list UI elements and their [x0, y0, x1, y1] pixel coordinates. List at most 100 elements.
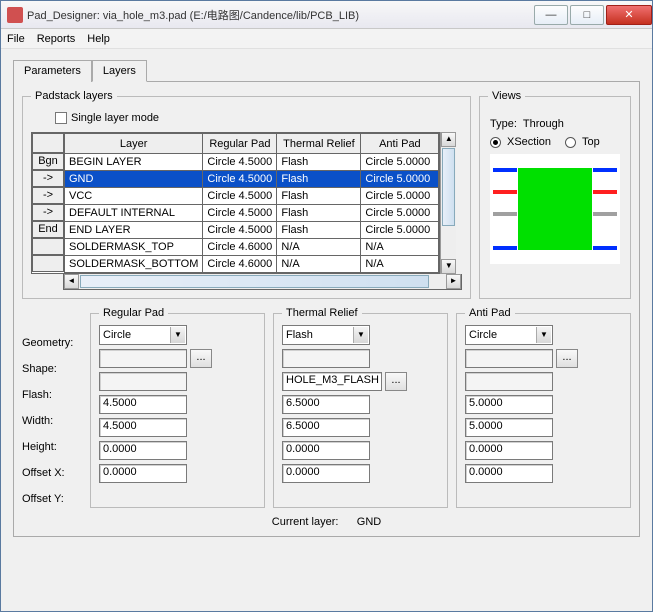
regular-shape-browse-button[interactable]: ...	[190, 349, 212, 368]
checkbox-icon	[55, 112, 67, 124]
regular-flash-input[interactable]	[99, 372, 187, 391]
single-layer-checkbox[interactable]: Single layer mode	[55, 112, 462, 124]
col-regular[interactable]: Regular Pad	[203, 134, 277, 154]
padstack-layers-group: Padstack layers Single layer mode Bgn ->…	[22, 90, 471, 299]
label-geometry: Geometry:	[22, 333, 82, 352]
scroll-thumb[interactable]	[80, 275, 429, 288]
maximize-button[interactable]: □	[570, 5, 604, 25]
horizontal-scrollbar[interactable]: ◄ ►	[63, 274, 462, 290]
menu-help[interactable]: Help	[87, 33, 110, 45]
table-row[interactable]: SOLDERMASK_TOPCircle 4.6000N/AN/A	[65, 239, 439, 256]
scroll-right-icon[interactable]: ►	[446, 274, 461, 289]
label-offset-x: Offset X:	[22, 463, 82, 482]
type-label: Type:	[490, 118, 517, 130]
window-title: Pad_Designer: via_hole_m3.pad (E:/电路图/Ca…	[27, 7, 359, 23]
label-shape: Shape:	[22, 359, 82, 378]
row-header[interactable]: End	[32, 221, 64, 238]
chevron-down-icon: ▼	[170, 327, 185, 343]
thermal-flash-browse-button[interactable]: ...	[385, 372, 407, 391]
regular-width-input[interactable]: 4.5000	[99, 395, 187, 414]
regular-offset-x-input[interactable]: 0.0000	[99, 441, 187, 460]
close-button[interactable]: ✕	[606, 5, 652, 25]
thermal-height-input[interactable]: 6.5000	[282, 418, 370, 437]
label-height: Height:	[22, 437, 82, 456]
row-header[interactable]: ->	[32, 187, 64, 204]
scroll-up-icon[interactable]: ▲	[441, 132, 456, 147]
regular-pad-group: Regular Pad Circle▼ ... 4.5000 4.5000 0.…	[90, 307, 265, 508]
table-row[interactable]: END LAYERCircle 4.5000FlashCircle 5.0000	[65, 222, 439, 239]
current-layer-value: GND	[357, 516, 381, 528]
type-value: Through	[523, 118, 564, 130]
row-header[interactable]: ->	[32, 204, 64, 221]
row-header[interactable]: ->	[32, 170, 64, 187]
anti-pad-group: Anti Pad Circle▼ ... 5.0000 5.0000 0.000…	[456, 307, 631, 508]
anti-offset-y-input[interactable]: 0.0000	[465, 464, 553, 483]
regular-geometry-select[interactable]: Circle▼	[99, 325, 187, 345]
vertical-scrollbar[interactable]: ▲ ▼	[440, 132, 456, 274]
cross-section-view	[490, 154, 620, 264]
scroll-thumb[interactable]	[442, 148, 455, 226]
current-layer-label: Current layer:	[272, 516, 339, 528]
thermal-offset-x-input[interactable]: 0.0000	[282, 441, 370, 460]
tab-panel: Padstack layers Single layer mode Bgn ->…	[13, 81, 640, 537]
anti-geometry-select[interactable]: Circle▼	[465, 325, 553, 345]
views-group: Views Type: Through XSection Top	[479, 90, 631, 299]
radio-top[interactable]	[565, 137, 576, 148]
table-row[interactable]: VCCCircle 4.5000FlashCircle 5.0000	[65, 188, 439, 205]
regular-offset-y-input[interactable]: 0.0000	[99, 464, 187, 483]
thermal-shape-input[interactable]	[282, 349, 370, 368]
padstack-legend: Padstack layers	[31, 90, 117, 102]
thermal-offset-y-input[interactable]: 0.0000	[282, 464, 370, 483]
table-header-row: Layer Regular Pad Thermal Relief Anti Pa…	[65, 134, 439, 154]
anti-offset-x-input[interactable]: 0.0000	[465, 441, 553, 460]
views-legend: Views	[488, 90, 525, 102]
col-anti[interactable]: Anti Pad	[361, 134, 439, 154]
tab-layers[interactable]: Layers	[92, 60, 147, 82]
layers-table: Bgn -> -> -> End	[31, 132, 440, 274]
thermal-width-input[interactable]: 6.5000	[282, 395, 370, 414]
thermal-relief-group: Thermal Relief Flash▼ HOLE_M3_FLASH... 6…	[273, 307, 448, 508]
anti-shape-browse-button[interactable]: ...	[556, 349, 578, 368]
table-row[interactable]: BEGIN LAYERCircle 4.5000FlashCircle 5.00…	[65, 154, 439, 171]
row-header[interactable]: Bgn	[32, 153, 64, 170]
chevron-down-icon: ▼	[536, 327, 551, 343]
scroll-left-icon[interactable]: ◄	[64, 274, 79, 289]
tab-strip: Parameters Layers	[13, 59, 640, 81]
tab-parameters[interactable]: Parameters	[13, 60, 92, 82]
thermal-flash-input[interactable]: HOLE_M3_FLASH	[282, 372, 382, 391]
radio-xsection[interactable]	[490, 137, 501, 148]
menu-file[interactable]: File	[7, 33, 25, 45]
title-bar[interactable]: Pad_Designer: via_hole_m3.pad (E:/电路图/Ca…	[1, 1, 652, 29]
field-labels: Geometry: Shape: Flash: Width: Height: O…	[22, 307, 82, 508]
row-header[interactable]	[32, 255, 64, 272]
minimize-button[interactable]: —	[534, 5, 568, 25]
regular-height-input[interactable]: 4.5000	[99, 418, 187, 437]
table-row[interactable]: SOLDERMASK_BOTTOMCircle 4.6000N/AN/A	[65, 256, 439, 273]
top-label: Top	[582, 136, 600, 148]
col-layer[interactable]: Layer	[65, 134, 203, 154]
scroll-down-icon[interactable]: ▼	[441, 259, 456, 274]
anti-legend: Anti Pad	[465, 307, 515, 319]
label-flash: Flash:	[22, 385, 82, 404]
app-window: Pad_Designer: via_hole_m3.pad (E:/电路图/Ca…	[0, 0, 653, 612]
thermal-legend: Thermal Relief	[282, 307, 362, 319]
single-layer-label: Single layer mode	[71, 112, 159, 124]
xsection-label: XSection	[507, 136, 551, 148]
regular-shape-input[interactable]	[99, 349, 187, 368]
label-offset-y: Offset Y:	[22, 489, 82, 508]
anti-height-input[interactable]: 5.0000	[465, 418, 553, 437]
anti-flash-input[interactable]	[465, 372, 553, 391]
thermal-geometry-select[interactable]: Flash▼	[282, 325, 370, 345]
table-row-selected[interactable]: GNDCircle 4.5000FlashCircle 5.0000	[65, 171, 439, 188]
table-row[interactable]: DEFAULT INTERNALCircle 4.5000FlashCircle…	[65, 205, 439, 222]
regular-legend: Regular Pad	[99, 307, 168, 319]
col-thermal[interactable]: Thermal Relief	[277, 134, 361, 154]
chevron-down-icon: ▼	[353, 327, 368, 343]
menu-reports[interactable]: Reports	[37, 33, 76, 45]
anti-width-input[interactable]: 5.0000	[465, 395, 553, 414]
corner-cell	[32, 133, 64, 153]
row-header[interactable]	[32, 238, 64, 255]
anti-shape-input[interactable]	[465, 349, 553, 368]
menu-bar: File Reports Help	[1, 29, 652, 49]
app-icon	[7, 7, 23, 23]
